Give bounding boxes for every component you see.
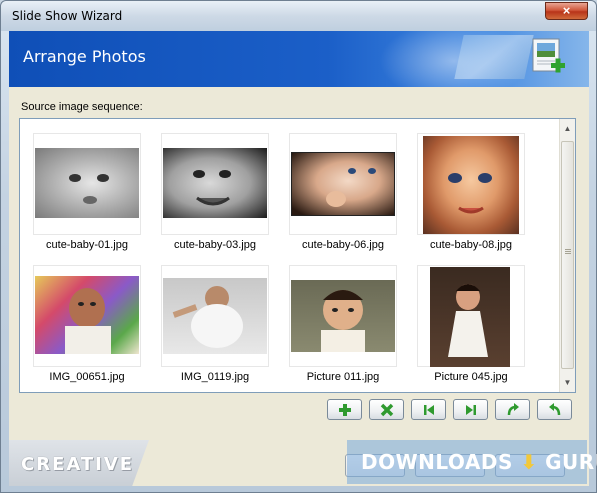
- thumbnail-image: [430, 267, 510, 367]
- rotate-right-button[interactable]: [495, 399, 530, 420]
- rotate-left-icon: [548, 403, 560, 416]
- page-title: Arrange Photos: [23, 47, 146, 66]
- thumbnail-image: [423, 136, 519, 234]
- thumbnail-image: [35, 276, 139, 354]
- dialog-window: Slide Show Wizard × Arrange Photos Sourc…: [0, 0, 597, 493]
- watermark-text: DOWNLOADS ⬇ GURU: [361, 450, 597, 474]
- list-item[interactable]: IMG_00651.jpg: [33, 265, 141, 383]
- thumbnail-frame: [161, 265, 269, 367]
- thumbnail-caption: cute-baby-06.jpg: [302, 239, 384, 251]
- thumbnail-caption: cute-baby-08.jpg: [430, 239, 512, 251]
- window-title: Slide Show Wizard: [12, 9, 123, 23]
- thumbnail-image: [35, 148, 139, 218]
- thumbnail-frame: [161, 133, 269, 235]
- thumbnail-frame: [417, 265, 525, 367]
- list-label: Source image sequence:: [21, 101, 143, 113]
- add-icon: [338, 404, 351, 416]
- thumbnail-frame: [33, 265, 141, 367]
- list-item[interactable]: Picture 045.jpg: [417, 265, 525, 383]
- dialog-client: Arrange Photos Source image sequence: cu…: [9, 31, 597, 486]
- add-photo-button[interactable]: [327, 399, 362, 420]
- thumbnail-caption: cute-baby-01.jpg: [46, 239, 128, 251]
- list-item[interactable]: IMG_0119.jpg: [161, 265, 269, 383]
- thumbnail-image: [291, 280, 395, 352]
- thumbnail-caption: IMG_00651.jpg: [49, 371, 125, 383]
- thumbnail-frame: [417, 133, 525, 235]
- thumbnail-caption: Picture 045.jpg: [434, 371, 508, 383]
- rotate-left-button[interactable]: [537, 399, 572, 420]
- thumbnail-image: [163, 278, 267, 354]
- title-bar[interactable]: Slide Show Wizard ×: [1, 1, 596, 31]
- list-item[interactable]: cute-baby-03.jpg: [161, 133, 269, 251]
- dialog-footer: CREATIVE DOWNLOADS ⬇ GURU: [9, 440, 597, 486]
- rotate-right-icon: [507, 403, 519, 416]
- remove-photo-button[interactable]: [369, 399, 404, 420]
- thumbnail-frame: [289, 133, 397, 235]
- scroll-up-icon[interactable]: ▲: [560, 121, 575, 136]
- thumbnail-image: [163, 148, 267, 218]
- list-item[interactable]: cute-baby-08.jpg: [417, 133, 525, 251]
- header-banner: Arrange Photos: [9, 31, 589, 87]
- creative-logo: CREATIVE: [21, 454, 135, 475]
- thumbnail-caption: cute-baby-03.jpg: [174, 239, 256, 251]
- thumbnail-frame: [33, 133, 141, 235]
- remove-icon: [380, 403, 393, 417]
- add-photo-icon: [532, 38, 565, 73]
- vertical-scrollbar[interactable]: ▲ ▼: [559, 119, 575, 392]
- scroll-down-icon[interactable]: ▼: [560, 375, 575, 390]
- thumbnail-frame: [289, 265, 397, 367]
- image-sequence-list[interactable]: cute-baby-01.jpg cute-baby-03.jpg cute-b…: [19, 118, 576, 393]
- thumbnail-caption: IMG_0119.jpg: [180, 371, 250, 383]
- list-item[interactable]: cute-baby-01.jpg: [33, 133, 141, 251]
- close-button[interactable]: ×: [545, 2, 588, 20]
- move-first-button[interactable]: [411, 399, 446, 420]
- move-first-icon: [423, 405, 434, 415]
- list-item[interactable]: cute-baby-06.jpg: [289, 133, 397, 251]
- list-item[interactable]: Picture 011.jpg: [289, 265, 397, 383]
- move-last-icon: [465, 405, 476, 415]
- thumbnail-caption: Picture 011.jpg: [306, 371, 380, 383]
- scroll-thumb[interactable]: [561, 141, 574, 369]
- move-last-button[interactable]: [453, 399, 488, 420]
- thumbnail-image: [291, 152, 395, 216]
